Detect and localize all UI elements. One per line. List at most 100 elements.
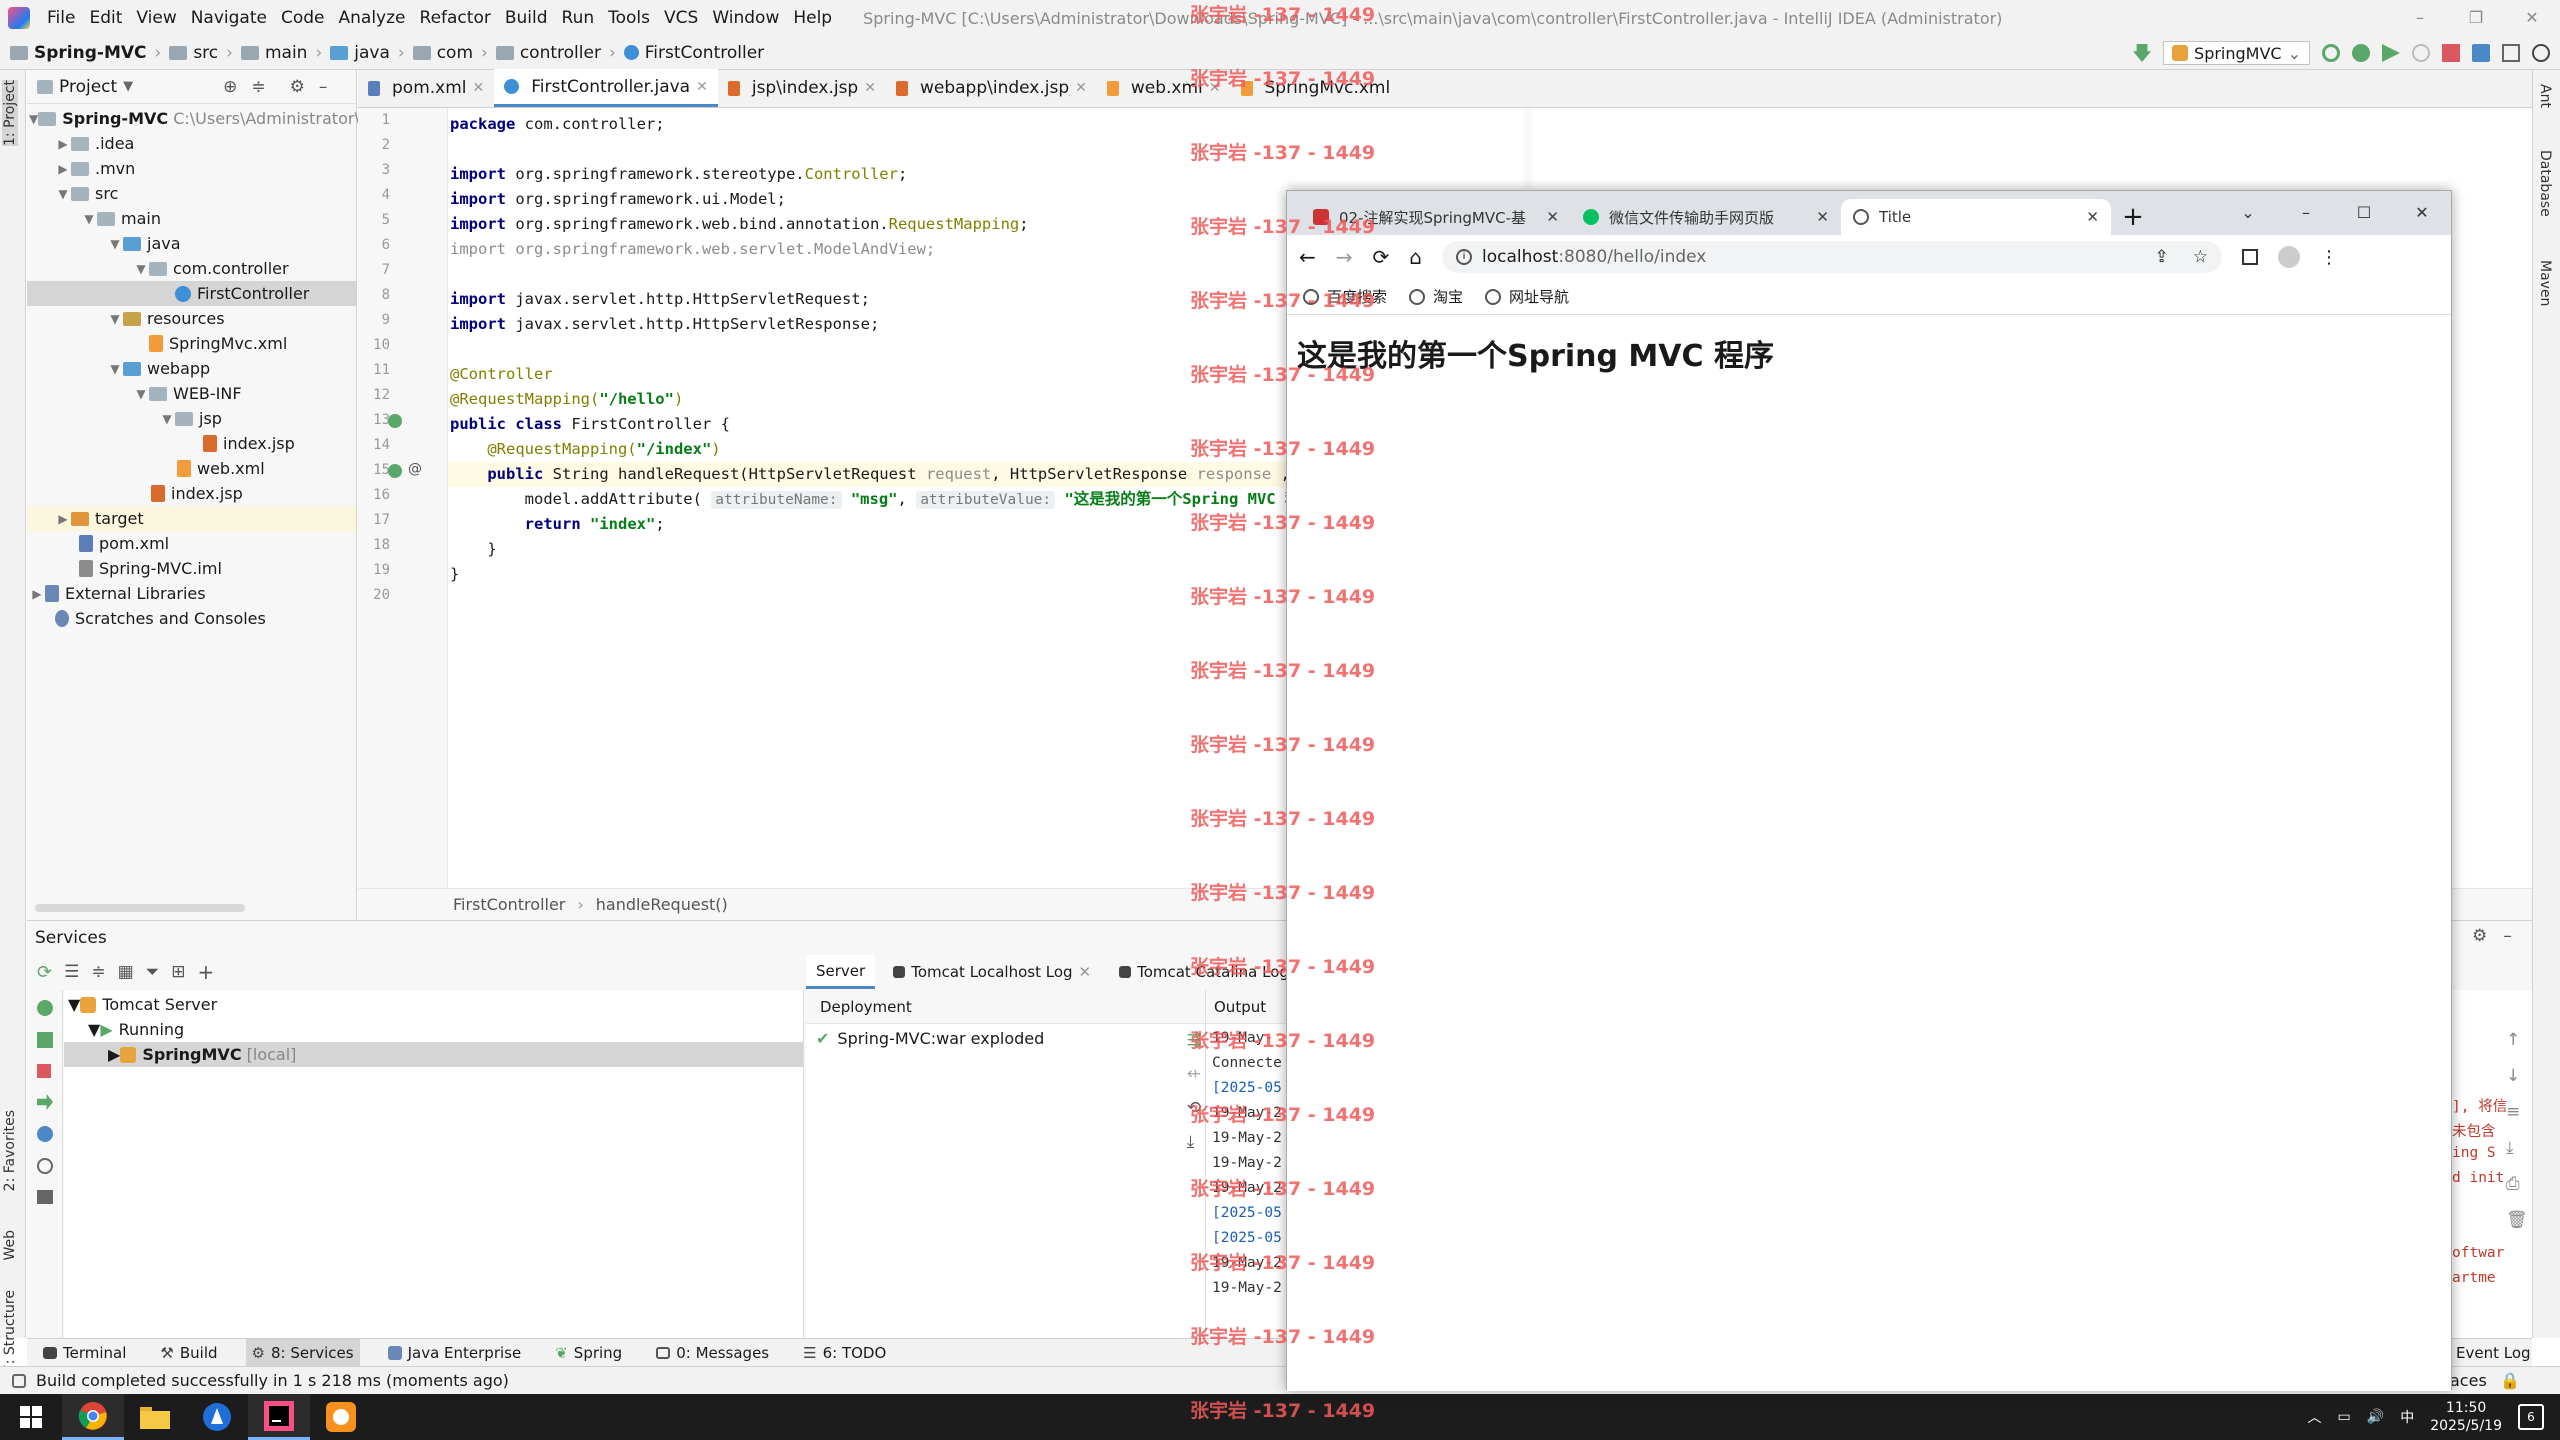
bookmark-taobao[interactable]: 淘宝 [1409,286,1463,307]
refresh-icon[interactable]: ⟳ [37,962,52,983]
menu-edit[interactable]: Edit [82,8,129,28]
tree-node-springmvc-local[interactable]: ▶ SpringMVC [local] [64,1042,803,1067]
maximize-icon[interactable]: ☐ [2335,191,2393,235]
tree-node-web-xml[interactable]: web.xml [27,456,356,481]
menu-refactor[interactable]: Refactor [413,8,498,28]
network-icon[interactable]: ▭ [2338,1409,2351,1425]
minimize-icon[interactable]: – [2277,191,2335,235]
hide-icon[interactable]: – [319,77,328,97]
build-hammer-icon[interactable] [2133,44,2152,62]
update-icon[interactable] [37,1158,53,1174]
close-icon[interactable]: ✕ [2504,0,2560,36]
crumb-main[interactable]: main › [240,43,322,63]
tree-node-iml[interactable]: Spring-MVC.iml [27,556,356,581]
profile-avatar-icon[interactable] [2278,246,2300,268]
tab-firstcontroller[interactable]: FirstController.java ✕ [494,69,718,107]
scroll-down-icon[interactable]: ↓ [2506,1066,2528,1086]
browser-tab-title[interactable]: Title ✕ [1841,199,2111,235]
close-tab-icon[interactable]: ✕ [473,80,485,96]
breadcrumb-class[interactable]: FirstController [453,895,565,914]
profile-icon[interactable] [2412,44,2430,62]
share-icon[interactable]: ⇪ [2155,247,2169,267]
taskbar-chrome[interactable] [62,1394,124,1440]
undeploy-icon[interactable]: ⇷ [1187,1064,1201,1084]
chevron-down-icon[interactable]: ▼ [123,79,133,94]
breadcrumb-method[interactable]: handleRequest() [596,895,728,914]
tree-node-src[interactable]: ▼ src [27,181,356,206]
close-tab-icon[interactable]: ✕ [1075,80,1087,96]
coverage-icon[interactable] [2382,44,2400,62]
side-panel-icon[interactable] [2242,249,2258,265]
artifact-icon[interactable]: ⤓ [1187,1132,1201,1152]
menu-view[interactable]: View [129,8,183,28]
tree-node-web-inf[interactable]: ▼ WEB-INF [27,381,356,406]
menu-analyze[interactable]: Analyze [332,8,413,28]
bookmark-nav[interactable]: 网址导航 [1485,286,1569,307]
tab-server[interactable]: Server [806,955,876,989]
tree-node-com-controller[interactable]: ▼ com.controller [27,256,356,281]
close-tab-icon[interactable]: ✕ [696,79,708,95]
stripe-maven[interactable]: Maven [2537,260,2553,306]
taskbar-explorer[interactable] [124,1394,186,1440]
tree-node-tomcat-server[interactable]: ▼ Tomcat Server [64,992,803,1017]
scroll-up-icon[interactable]: ↑ [2506,1030,2528,1050]
collapse-all-icon[interactable]: ≑ [91,962,105,982]
tool-tab-todo[interactable]: ☰ 6: TODO [797,1339,892,1367]
stripe-web[interactable]: Web [2,1230,18,1261]
vcs-icon[interactable] [2502,44,2520,62]
hide-icon[interactable]: – [2503,926,2512,946]
tree-node-springmvc-xml[interactable]: SpringMvc.xml [27,331,356,356]
stripe-database[interactable]: Database [2537,150,2553,217]
crumb-java[interactable]: java › [330,43,405,63]
tree-node-scratches[interactable]: Scratches and Consoles [27,606,356,631]
new-tab-button[interactable]: + [2111,199,2155,235]
spring-bean-icon[interactable] [388,414,402,428]
rerun-icon[interactable] [37,1000,53,1016]
project-view-selector[interactable]: Project [59,77,117,97]
stripe-structure[interactable]: 7: Structure [2,1290,18,1373]
tree-node-jsp-index[interactable]: index.jsp [27,431,356,456]
crumb-controller[interactable]: controller › [495,43,616,63]
group-icon[interactable]: ▦ [118,962,134,982]
add-service-icon[interactable]: + [198,960,215,984]
taskbar-app-blue[interactable] [186,1394,248,1440]
notification-button[interactable]: 6 [2518,1404,2544,1430]
deploy-icon[interactable] [37,1094,53,1110]
tool-tab-messages[interactable]: 0: Messages [650,1339,775,1367]
tree-node-firstcontroller[interactable]: FirstController [27,281,356,306]
close-tab-icon[interactable]: ✕ [1816,208,1829,226]
menu-file[interactable]: File [40,8,82,28]
filter-icon[interactable]: ⏷ [146,962,160,982]
close-icon[interactable]: ✕ [2393,191,2451,235]
debug-icon[interactable] [2352,44,2370,62]
volume-icon[interactable]: 🔊 [2367,1409,2384,1425]
print-icon[interactable]: ⎙ [2506,1174,2528,1194]
tree-node-mvn[interactable]: ▶ .mvn [27,156,356,181]
tab-search-icon[interactable]: ⌄ [2219,191,2277,235]
stop-icon[interactable] [2442,44,2460,62]
tree-node-running[interactable]: ▼ ▶ Running [64,1017,803,1042]
stripe-ant[interactable]: Ant [2537,84,2553,108]
new-tab-icon[interactable]: ⊞ [171,962,185,982]
home-icon[interactable]: ⌂ [1409,245,1422,269]
taskbar-app-orange[interactable] [310,1394,372,1440]
search-icon[interactable] [2532,44,2550,62]
tree-node-webapp[interactable]: ▼ webapp [27,356,356,381]
trash-icon[interactable]: 🗑 [2506,1210,2528,1230]
spring-mapping-icon[interactable] [388,464,402,478]
project-structure-icon[interactable] [2472,44,2490,62]
tree-node-idea[interactable]: ▶ .idea [27,131,356,156]
info-icon[interactable]: i [1456,249,1472,265]
debug-icon[interactable] [37,1032,53,1048]
horizontal-scrollbar[interactable] [35,904,245,912]
bookmark-star-icon[interactable]: ☆ [2193,247,2208,267]
stop-icon[interactable] [37,1064,51,1078]
tool-tab-event-log[interactable]: Event Log [2440,1338,2532,1366]
tree-node-external-libraries[interactable]: ▶ External Libraries [27,581,356,606]
tree-node-main[interactable]: ▼ main [27,206,356,231]
start-button[interactable] [0,1394,62,1440]
open-browser-icon[interactable] [37,1126,53,1142]
code-editor[interactable]: package com.controller; import org.sprin… [448,108,1286,888]
menu-run[interactable]: Run [555,8,602,28]
tree-node-target[interactable]: ▶ target [27,506,356,531]
